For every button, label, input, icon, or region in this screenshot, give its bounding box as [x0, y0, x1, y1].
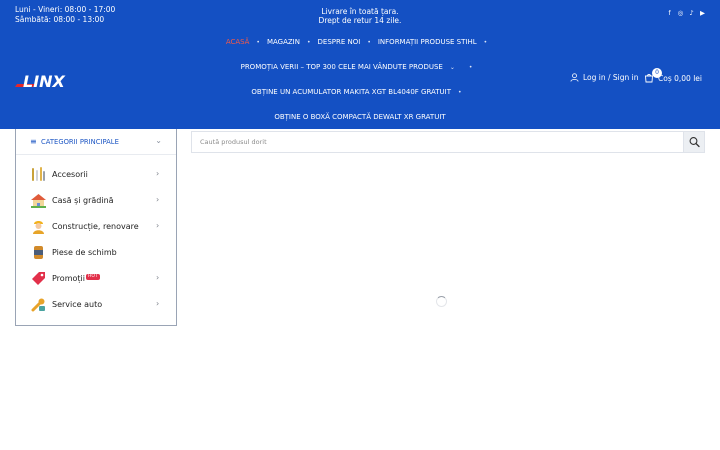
- category-piese-schimb[interactable]: Piese de schimb: [16, 240, 176, 266]
- chevron-down-icon: ⌄: [449, 64, 455, 71]
- search-button[interactable]: [683, 132, 704, 152]
- chevron-right-icon: ›: [156, 273, 160, 282]
- parts-icon: [34, 246, 43, 259]
- categories-header[interactable]: ≡ CATEGORII PRINCIPALE ⌄: [16, 129, 176, 155]
- instagram-icon[interactable]: ◎: [677, 9, 684, 17]
- category-accesorii[interactable]: Accesorii ›: [16, 162, 176, 188]
- nav-acasa[interactable]: ACASĂ: [226, 37, 250, 47]
- nav-magazin[interactable]: MAGAZIN: [267, 37, 300, 47]
- product-search: [191, 131, 705, 153]
- nav-makita-offer[interactable]: OBȚINE UN ACUMULATOR MAKITA XGT BL4040F …: [251, 87, 451, 97]
- account-link[interactable]: Log in / Sign in: [570, 73, 639, 82]
- cart-label: Coș 0,00 lei: [658, 73, 702, 83]
- nav-promotia-verii[interactable]: PROMOȚIA VERII – TOP 300 CELE MAI VÂNDUT…: [241, 62, 443, 72]
- chevron-right-icon: ›: [156, 299, 160, 308]
- user-icon: [570, 73, 579, 82]
- worker-icon: [33, 221, 44, 234]
- category-label: Casă și grădină: [52, 196, 114, 205]
- delivery-line-1: Livrare în toată țara.: [321, 7, 399, 16]
- category-service-auto[interactable]: Service auto ›: [16, 292, 176, 318]
- category-promotii[interactable]: Promoții HOT ›: [16, 266, 176, 292]
- tag-icon: [32, 272, 45, 285]
- chevron-down-icon: ⌄: [155, 136, 162, 145]
- cart-count-badge: 0: [652, 68, 662, 78]
- account-label: Log in / Sign in: [583, 73, 639, 82]
- youtube-icon[interactable]: ▶: [699, 9, 706, 17]
- cart-link[interactable]: 0 Coș 0,00 lei: [644, 68, 702, 83]
- chevron-right-icon: ›: [156, 221, 160, 230]
- category-constructie-renovare[interactable]: Construcție, renovare ›: [16, 214, 176, 240]
- chevron-right-icon: ›: [156, 195, 160, 204]
- search-input[interactable]: [192, 132, 684, 152]
- cart-total: 0,00 lei: [674, 73, 702, 83]
- category-label: Promoții HOT: [52, 274, 100, 283]
- category-label: Service auto: [52, 300, 103, 309]
- nav-dewalt-offer[interactable]: OBȚINE O BOXĂ COMPACTĂ DEWALT XR GRATUIT: [274, 112, 445, 122]
- wrench-icon: [31, 298, 45, 312]
- categories-panel: ≡ CATEGORII PRINCIPALE ⌄ Accesorii › Cas…: [15, 129, 177, 326]
- facebook-icon[interactable]: f: [666, 9, 673, 17]
- main-menu: ACASĂ • MAGAZIN • DESPRE NOI • INFORMAȚII PROD…: [225, 37, 488, 47]
- delivery-line-2: Drept de retur 14 zile.: [318, 16, 402, 25]
- house-icon: [31, 194, 46, 208]
- tiktok-icon[interactable]: ♪: [688, 9, 695, 17]
- category-label: Piese de schimb: [52, 248, 117, 257]
- delivery-notice: Livrare în toată țara. Drept de retur 14…: [0, 7, 720, 25]
- category-label: Construcție, renovare: [52, 222, 139, 231]
- hot-badge: HOT: [85, 274, 100, 280]
- search-icon: [689, 137, 700, 148]
- chevron-right-icon: ›: [156, 169, 160, 178]
- category-casa-gradina[interactable]: Casă și grădină ›: [16, 188, 176, 214]
- tools-icon: [32, 167, 45, 181]
- category-label: Accesorii: [52, 170, 88, 179]
- nav-despre-noi[interactable]: DESPRE NOI: [318, 37, 361, 47]
- menu-icon: ≡: [30, 137, 37, 146]
- loading-spinner: [436, 296, 447, 307]
- top-info-bar: Luni - Vineri: 08:00 - 17:00 Sâmbătă: 08…: [0, 0, 720, 28]
- nav-informatii-stihl[interactable]: INFORMAȚII PRODUSE STIHL: [378, 37, 477, 47]
- categories-title: CATEGORII PRINCIPALE: [41, 138, 119, 146]
- social-links: f ◎ ♪ ▶: [666, 9, 706, 17]
- main-header: LINX ACASĂ • MAGAZIN • DESPRE NOI • INFORMAȚII…: [0, 28, 720, 129]
